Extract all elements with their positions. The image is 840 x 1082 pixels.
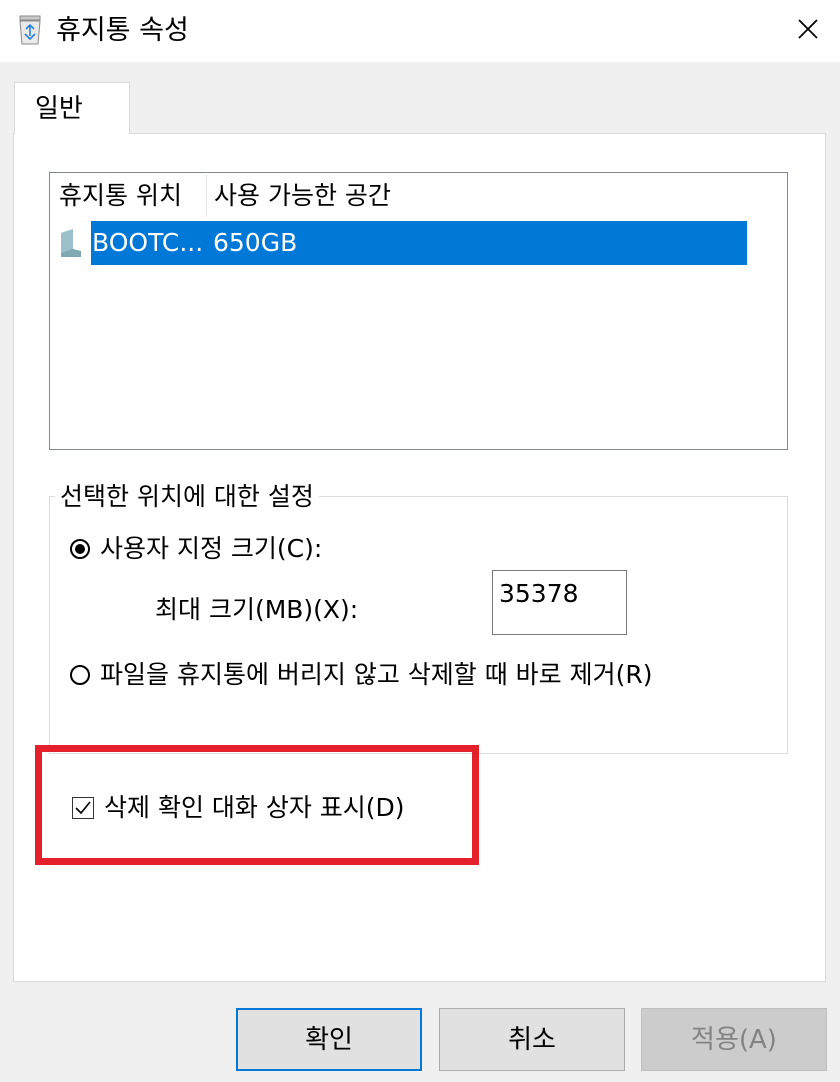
settings-group-label: 선택한 위치에 대한 설정	[55, 480, 319, 514]
ok-button[interactable]: 확인	[236, 1008, 422, 1071]
column-header-free-space[interactable]: 사용 가능한 공간	[214, 179, 391, 213]
max-size-input[interactable]: 35378	[492, 570, 627, 635]
list-row[interactable]: BOOTC... 650GB	[50, 221, 787, 265]
delete-immediately-radio[interactable]: 파일을 휴지통에 버리지 않고 삭제할 때 바로 제거(R)	[70, 658, 653, 692]
confirm-delete-label: 삭제 확인 대화 상자 표시(D)	[104, 793, 405, 822]
title-bar: 휴지통 속성	[0, 0, 840, 62]
apply-button[interactable]: 적용(A)	[641, 1008, 827, 1071]
custom-size-label: 사용자 지정 크기(C):	[100, 534, 323, 563]
cell-free-space: 650GB	[213, 228, 298, 257]
confirm-delete-checkbox[interactable]: 삭제 확인 대화 상자 표시(D)	[72, 790, 405, 826]
drive-icon	[61, 229, 81, 257]
radio-unselected-icon	[70, 665, 90, 685]
tab-general-label: 일반	[35, 94, 83, 124]
radio-selected-icon	[70, 539, 90, 559]
close-button[interactable]	[776, 0, 840, 62]
window-title: 휴지통 속성	[56, 15, 189, 46]
row-selection: BOOTC... 650GB	[91, 221, 747, 265]
cancel-button[interactable]: 취소	[439, 1008, 625, 1071]
tab-general[interactable]: 일반	[14, 82, 130, 134]
close-icon	[798, 19, 818, 43]
max-size-label: 최대 크기(MB)(X):	[155, 595, 359, 624]
checkbox-checked-icon	[72, 797, 94, 819]
delete-immediately-label: 파일을 휴지통에 버리지 않고 삭제할 때 바로 제거(R)	[100, 660, 653, 689]
custom-size-radio[interactable]: 사용자 지정 크기(C):	[70, 532, 322, 566]
location-list[interactable]: 휴지통 위치 사용 가능한 공간 BOOTC... 650GB	[49, 172, 788, 450]
cell-location: BOOTC...	[92, 228, 204, 257]
column-divider[interactable]	[206, 175, 207, 217]
recycle-bin-icon	[16, 14, 44, 46]
list-header: 휴지통 위치 사용 가능한 공간	[50, 173, 787, 219]
column-header-location[interactable]: 휴지통 위치	[59, 179, 182, 213]
